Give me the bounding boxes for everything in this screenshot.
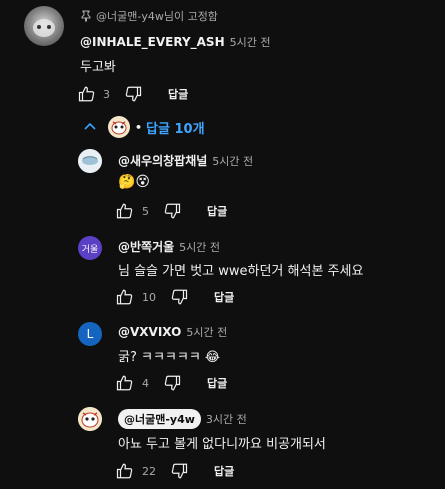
reply-button[interactable]: 답글	[207, 375, 227, 391]
raccoon-avatar-image	[78, 407, 102, 431]
like-count: 4	[142, 376, 149, 390]
avatar-initials: L	[86, 327, 94, 341]
reply-button[interactable]: 답글	[207, 203, 227, 219]
like-count: 3	[103, 87, 110, 101]
thumbs-up-icon	[78, 86, 95, 102]
reply-author[interactable]: @반쪽거울	[118, 240, 174, 254]
reply-button[interactable]: 답글	[214, 289, 234, 305]
dislike-button[interactable]	[170, 288, 188, 306]
reply-author[interactable]: @새우의창팝채널	[118, 154, 207, 168]
reply-text: 🤔😵	[118, 174, 151, 190]
like-count: 22	[142, 464, 156, 478]
comment-author[interactable]: @INHALE_EVERY_ASH	[80, 35, 225, 49]
replies-separator: •	[135, 120, 143, 134]
reply-actions: 5 답글	[116, 202, 227, 220]
avatar-reply-2[interactable]: 거울	[78, 236, 102, 260]
reply-time[interactable]: 5시간 전	[186, 326, 227, 339]
comment-text: 두고봐	[80, 60, 116, 75]
avatar-top-commenter[interactable]	[24, 6, 64, 46]
thumbs-up-icon	[116, 203, 133, 219]
like-button[interactable]	[78, 85, 96, 103]
avatar-reply-1[interactable]	[78, 149, 102, 173]
reply-time[interactable]: 5시간 전	[212, 155, 253, 168]
dislike-button[interactable]	[170, 462, 188, 480]
reply-header: @VXVIXO 5시간 전	[118, 324, 227, 340]
dislike-button[interactable]	[124, 85, 142, 103]
like-button[interactable]	[116, 288, 134, 306]
like-button[interactable]	[116, 462, 134, 480]
reply-actions: 10 답글	[116, 288, 234, 306]
like-count: 10	[142, 290, 156, 304]
reply-button[interactable]: 답글	[214, 463, 234, 479]
reply-actions: 4 답글	[116, 374, 227, 392]
avatar-initials: 거울	[81, 244, 99, 255]
replies-count-label: 답글 10개	[146, 121, 205, 137]
comment-actions: 3 답글	[78, 85, 188, 103]
reply-header: @새우의창팝채널 5시간 전	[118, 152, 253, 169]
avatar-image	[33, 19, 55, 37]
reply-text: 아뇨 두고 볼게 없다니까요 비공개되서	[118, 437, 326, 452]
reply-author[interactable]: @VXVIXO	[118, 325, 181, 339]
channel-owner-badge[interactable]: @너굴맨-y4w	[118, 409, 201, 429]
reply-actions: 22 답글	[116, 462, 234, 480]
reply-header: @너굴맨-y4w 3시간 전	[118, 409, 247, 429]
thumbs-down-icon	[171, 289, 188, 305]
dislike-button[interactable]	[163, 374, 181, 392]
reply-time[interactable]: 3시간 전	[206, 411, 247, 427]
like-count: 5	[142, 204, 149, 218]
like-button[interactable]	[116, 374, 134, 392]
pinned-indicator: @너굴맨-y4w님이 고정함	[80, 8, 218, 24]
comment-time[interactable]: 5시간 전	[230, 36, 271, 49]
comment-header: @INHALE_EVERY_ASH 5시간 전	[80, 34, 270, 50]
pin-icon	[81, 10, 91, 22]
chevron-up-icon	[84, 122, 96, 130]
shrimp-avatar-image	[78, 149, 102, 173]
dislike-button[interactable]	[163, 202, 181, 220]
like-button[interactable]	[116, 202, 134, 220]
thumbs-up-icon	[116, 289, 133, 305]
reply-text: 님 슬슬 가면 벗고 wwe하던거 해석본 주세요	[118, 264, 364, 279]
reply-button[interactable]: 답글	[168, 86, 188, 102]
thumbs-down-icon	[164, 203, 181, 219]
avatar-reply-3[interactable]: L	[78, 322, 102, 346]
reply-header: @반쪽거울 5시간 전	[118, 238, 220, 255]
creator-avatar	[108, 116, 130, 138]
thumbs-down-icon	[125, 86, 142, 102]
avatar-reply-4[interactable]	[78, 407, 102, 431]
thumbs-up-icon	[116, 463, 133, 479]
reply-text: 굵? ㅋㅋㅋㅋㅋ 😂	[118, 350, 221, 365]
replies-toggle[interactable]: • 답글 10개	[82, 116, 205, 138]
raccoon-avatar-image	[109, 117, 129, 137]
reply-time[interactable]: 5시간 전	[179, 241, 220, 254]
thumbs-down-icon	[164, 375, 181, 391]
thumbs-up-icon	[116, 375, 133, 391]
pinned-label: @너굴맨-y4w님이 고정함	[96, 10, 218, 23]
thumbs-down-icon	[171, 463, 188, 479]
